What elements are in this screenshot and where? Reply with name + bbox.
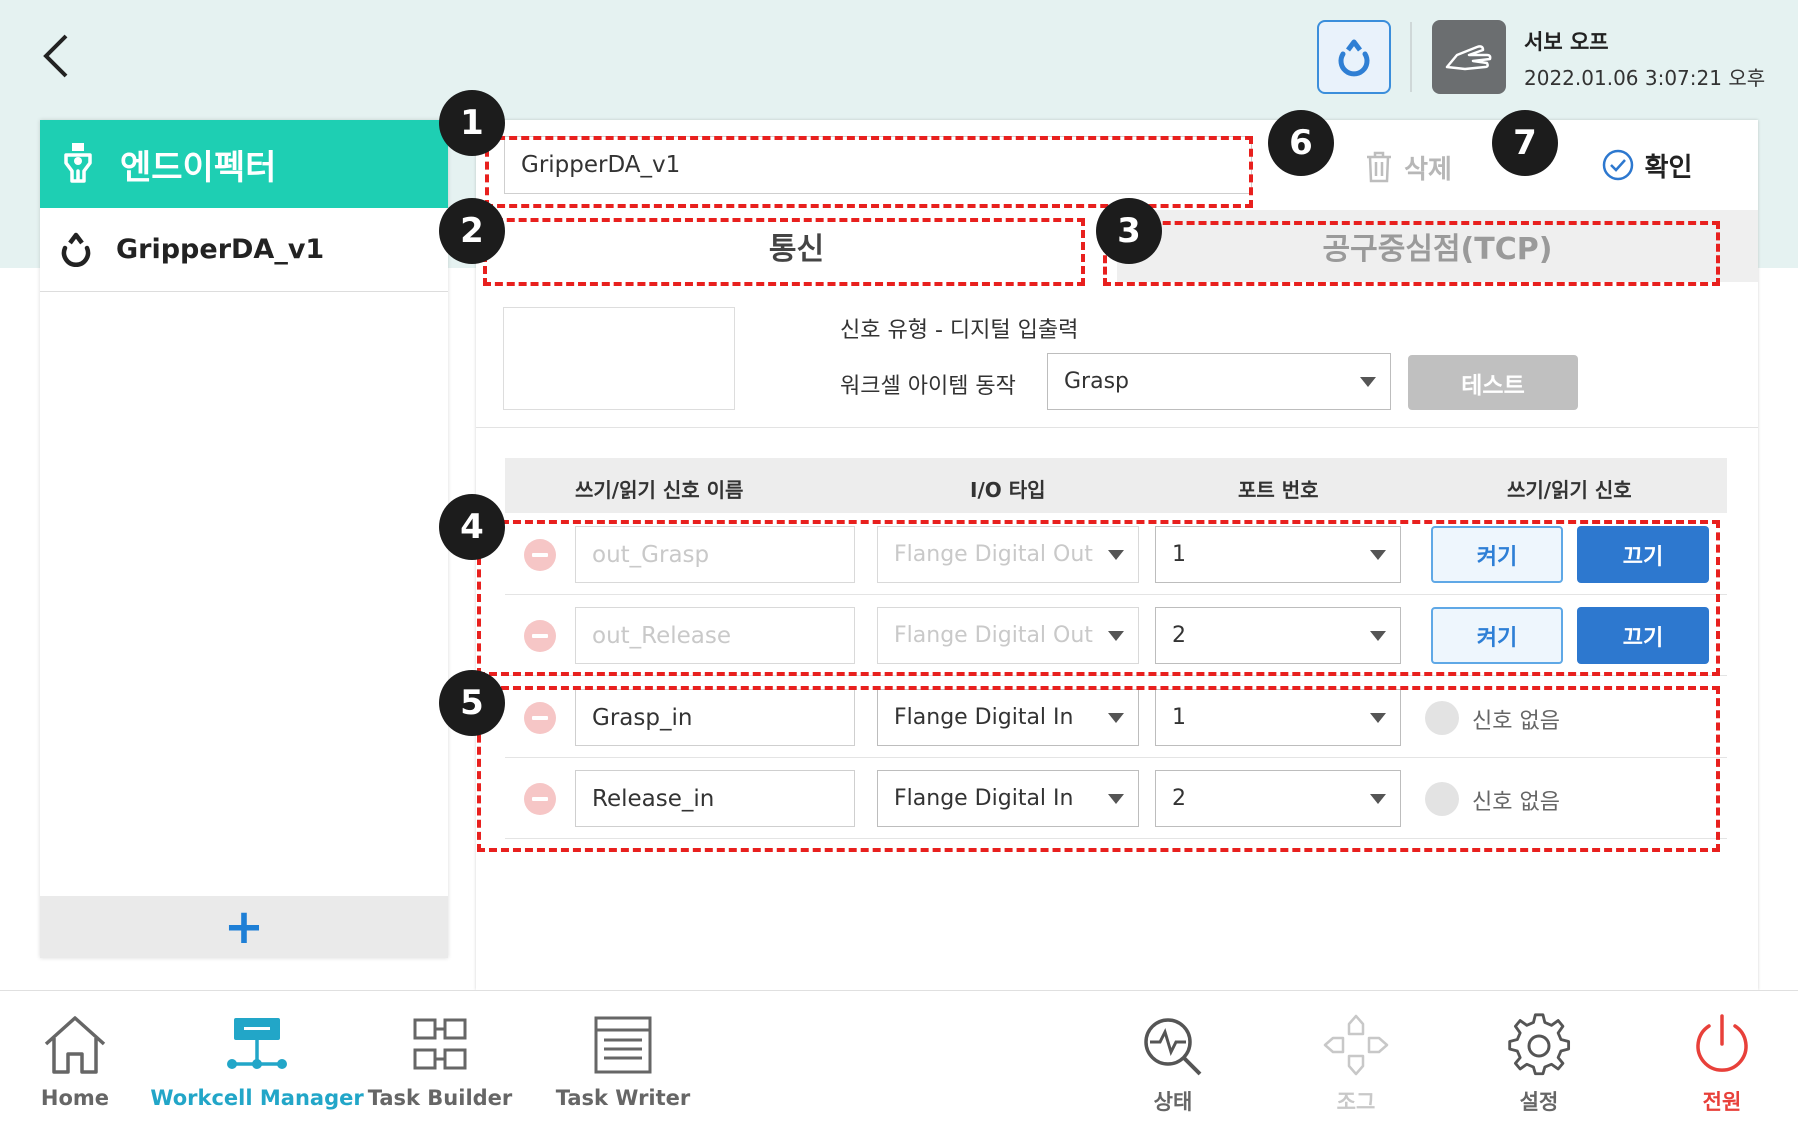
annotation-badge-3: 3 bbox=[1096, 198, 1162, 264]
nav-jog-label: 조그 bbox=[1336, 1090, 1376, 1114]
header-signal-name: 쓰기/읽기 신호 이름 bbox=[575, 478, 744, 502]
trash-icon bbox=[1367, 151, 1392, 183]
chevron-left-icon bbox=[43, 34, 68, 78]
servo-button[interactable] bbox=[1432, 20, 1506, 94]
nav-workcell-manager[interactable]: Workcell Manager bbox=[150, 1012, 364, 1110]
device-image bbox=[503, 307, 735, 410]
nav-workcell-label: Workcell Manager bbox=[150, 1086, 364, 1110]
home-icon bbox=[44, 1016, 106, 1074]
refresh-button[interactable] bbox=[1317, 20, 1391, 94]
nav-status-label: 상태 bbox=[1153, 1090, 1193, 1114]
annotation-box-2 bbox=[483, 218, 1085, 286]
check-circle-icon bbox=[1602, 149, 1633, 181]
header-io-type: I/O 타입 bbox=[970, 478, 1046, 502]
status-icon bbox=[1144, 1018, 1202, 1076]
annotation-box-3 bbox=[1103, 221, 1720, 286]
hand-icon bbox=[1445, 45, 1492, 71]
nav-power[interactable]: 전원 bbox=[1637, 1012, 1798, 1116]
annotation-badge-4: 4 bbox=[439, 494, 505, 560]
annotation-badge-1: 1 bbox=[439, 90, 505, 156]
signal-type-text: 신호 유형 - 디지털 입출력 bbox=[840, 318, 1079, 343]
sidebar-item-label: GripperDA_v1 bbox=[116, 234, 325, 265]
task-writer-icon bbox=[594, 1016, 652, 1074]
annotation-box-1 bbox=[485, 136, 1253, 208]
table-header: 쓰기/읽기 신호 이름 I/O 타입 포트 번호 쓰기/읽기 신호 bbox=[505, 458, 1727, 513]
nav-settings-label: 설정 bbox=[1519, 1090, 1559, 1114]
back-button[interactable] bbox=[36, 30, 76, 82]
gripper-refresh-icon bbox=[1338, 39, 1370, 77]
confirm-label: 확인 bbox=[1644, 152, 1693, 183]
action-label: 워크셀 아이템 동작 bbox=[840, 374, 1016, 399]
sidebar-item-gripper[interactable]: GripperDA_v1 bbox=[40, 208, 448, 292]
sidebar-header: 엔드이펙터 bbox=[40, 120, 448, 208]
sidebar: 엔드이펙터 GripperDA_v1 + bbox=[40, 120, 448, 958]
nav-task-writer-label: Task Writer bbox=[555, 1086, 691, 1110]
add-end-effector-button[interactable]: + bbox=[40, 896, 448, 958]
header-port: 포트 번호 bbox=[1238, 478, 1319, 502]
end-effector-icon bbox=[64, 143, 92, 183]
workcell-icon bbox=[227, 1018, 287, 1069]
annotation-box-4 bbox=[477, 520, 1720, 676]
gripper-icon bbox=[61, 232, 91, 267]
nav-task-builder[interactable]: Task Builder bbox=[355, 1012, 525, 1110]
nav-status[interactable]: 상태 bbox=[1088, 1012, 1258, 1116]
nav-task-builder-label: Task Builder bbox=[367, 1086, 513, 1110]
jog-icon bbox=[1323, 1014, 1389, 1076]
sidebar-title: 엔드이펙터 bbox=[120, 147, 277, 188]
nav-settings[interactable]: 설정 bbox=[1454, 1012, 1624, 1116]
nav-home[interactable]: Home bbox=[0, 1012, 160, 1110]
nav-power-label: 전원 bbox=[1702, 1090, 1742, 1114]
settings-icon bbox=[1508, 1013, 1571, 1076]
confirm-button[interactable]: 확인 bbox=[1535, 120, 1758, 210]
caret-down-icon bbox=[1360, 376, 1376, 387]
header-divider bbox=[1410, 22, 1412, 92]
power-icon bbox=[1696, 1014, 1748, 1072]
nav-home-label: Home bbox=[40, 1086, 110, 1110]
annotation-box-5 bbox=[477, 686, 1720, 852]
annotation-badge-7: 7 bbox=[1492, 110, 1558, 176]
divider bbox=[476, 427, 1758, 428]
header-signal: 쓰기/읽기 신호 bbox=[1507, 478, 1632, 502]
action-select[interactable]: Grasp bbox=[1047, 353, 1391, 410]
annotation-badge-6: 6 bbox=[1268, 110, 1334, 176]
action-value: Grasp bbox=[1064, 369, 1130, 394]
nav-jog: 조그 bbox=[1271, 1012, 1441, 1116]
test-button[interactable]: 테스트 bbox=[1408, 355, 1578, 410]
servo-status: 서보 오프 bbox=[1524, 30, 1609, 54]
nav-task-writer[interactable]: Task Writer bbox=[538, 1012, 708, 1110]
datetime: 2022.01.06 3:07:21 오후 bbox=[1524, 66, 1766, 90]
annotation-badge-5: 5 bbox=[439, 670, 505, 736]
task-builder-icon bbox=[413, 1018, 467, 1070]
annotation-badge-2: 2 bbox=[439, 198, 505, 264]
delete-label: 삭제 bbox=[1404, 154, 1452, 185]
